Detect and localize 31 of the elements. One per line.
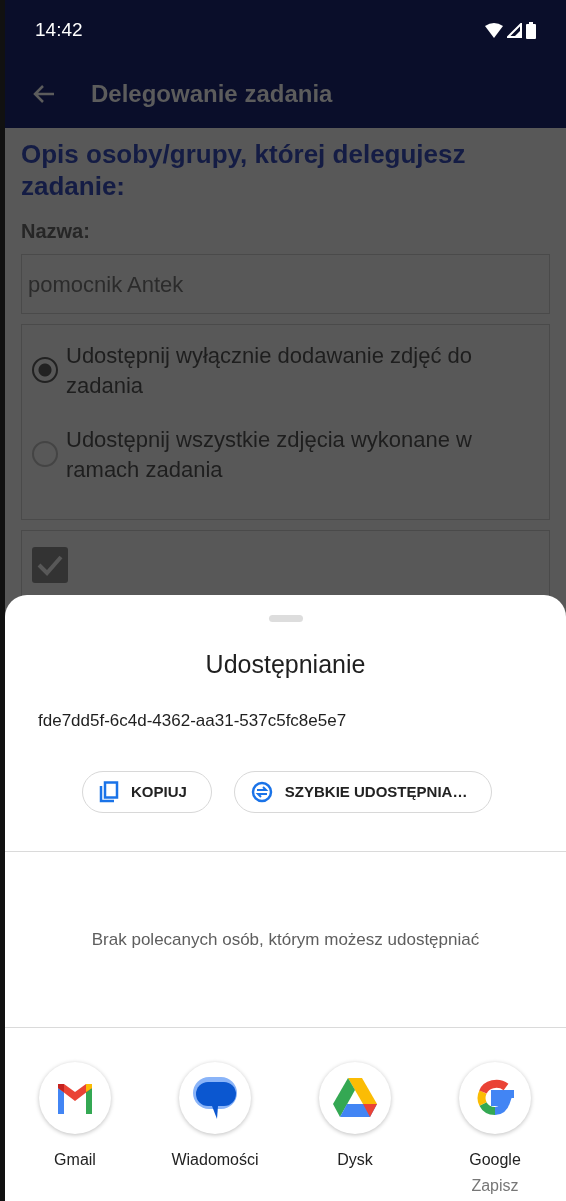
copy-icon [99,781,119,803]
wifi-icon [485,22,503,38]
app-icon-button[interactable] [319,1062,391,1134]
quick-share-button[interactable]: SZYBKIE UDOSTĘPNIA… [233,771,493,813]
envelope-m-icon [55,1082,95,1114]
app-icon-button[interactable] [39,1062,111,1134]
app-name: Gmail [54,1150,96,1170]
consent-checkbox[interactable] [32,547,68,583]
drag-handle[interactable] [268,615,303,622]
chat-bubble-icon [192,1076,238,1120]
app-icon-button[interactable] [179,1062,251,1134]
empty-message: Brak polecanych osób, którym możesz udostępniać [91,928,480,951]
app-name: Google [469,1150,521,1170]
form-heading: Opis osoby/grupy, której delegujesz zadanie: [21,138,467,202]
triangle-icon [332,1077,378,1119]
option-label: Udostępnij wyłącznie dodawanie zdjęć do zadania [66,342,474,400]
status-time: 14:42 [35,17,83,42]
share-title: Udostępnianie [204,649,367,680]
app-subtitle: Zapisz [471,1176,519,1196]
option-label: Udostępnij wszystkie zdjęcia wykonane w ramach zadania [66,426,473,484]
battery-icon [526,21,536,39]
screen-title: Delegowanie zadania [91,79,333,109]
app-icon-button[interactable] [459,1062,531,1134]
copy-button[interactable]: KOPIUJ [82,771,212,813]
circular-arrows-icon [250,781,273,803]
signal-icon [507,22,522,38]
app-name: Wiadomości [171,1150,259,1170]
radio-button[interactable] [32,357,58,383]
back-arrow-icon[interactable] [33,84,55,104]
shared-text: fde7dd5f-6c4d-4362-aa31-537c5fc8e5e7 [38,709,348,732]
app-name: Dysk [337,1150,373,1170]
